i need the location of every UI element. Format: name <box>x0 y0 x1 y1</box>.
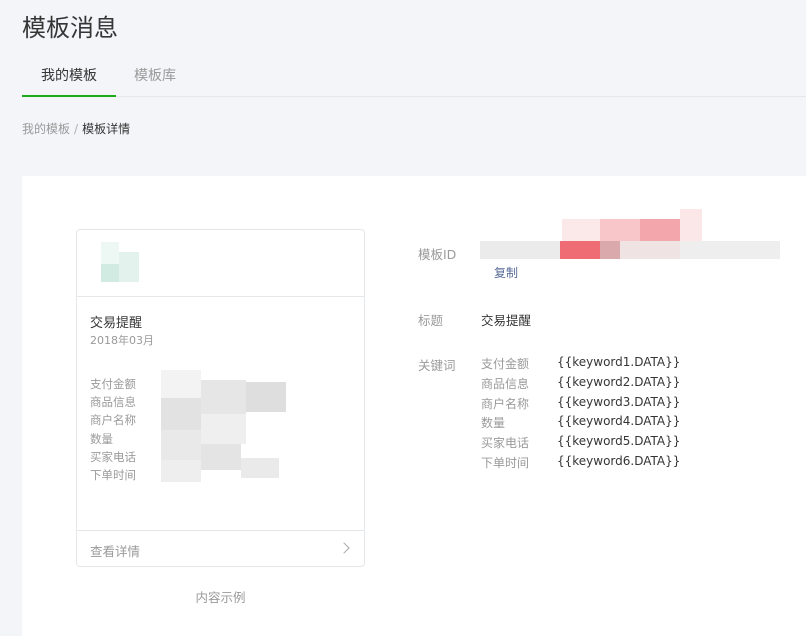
keyword-name: 商户名称 <box>481 397 530 411</box>
preview-field: 下单时间 <box>90 468 136 483</box>
tab-template-library[interactable]: 模板库 <box>134 66 176 97</box>
title-value: 交易提醒 <box>481 313 532 328</box>
breadcrumb-separator: / <box>74 122 79 136</box>
preview-field: 买家电话 <box>90 449 136 464</box>
preview-date: 2018年03月 <box>90 334 154 347</box>
tab-bar: 我的模板 模板库 <box>22 58 806 97</box>
detail-panel: 交易提醒 2018年03月 支付金额 商品信息 商户名称 数量 买家电话 下单时… <box>22 176 806 636</box>
page-title: 模板消息 <box>22 14 118 42</box>
keyword-value: {{keyword6.DATA}} <box>557 454 681 468</box>
preview-field: 商品信息 <box>90 395 136 410</box>
preview-field-list: 支付金额 商品信息 商户名称 数量 买家电话 下单时间 <box>90 375 136 484</box>
keyword-value: {{keyword1.DATA}} <box>557 355 681 369</box>
tab-my-templates[interactable]: 我的模板 <box>22 66 116 97</box>
template-id-label: 模板ID <box>418 247 457 262</box>
keyword-value: {{keyword2.DATA}} <box>557 375 681 389</box>
preview-field: 数量 <box>90 431 113 446</box>
preview-field: 商户名称 <box>90 413 136 428</box>
keyword-value: {{keyword5.DATA}} <box>557 434 681 448</box>
keywords-label: 关键词 <box>418 358 456 373</box>
keyword-name: 下单时间 <box>481 456 530 470</box>
preview-caption: 内容示例 <box>195 590 246 605</box>
keyword-name: 商品信息 <box>481 377 530 391</box>
keyword-value: {{keyword3.DATA}} <box>557 395 681 409</box>
breadcrumb-parent[interactable]: 我的模板 <box>22 122 70 136</box>
title-label: 标题 <box>418 313 444 328</box>
view-details-link[interactable]: 查看详情 <box>90 541 140 560</box>
copy-id-button[interactable]: 复制 <box>494 264 518 281</box>
breadcrumb-current: 模板详情 <box>82 122 131 136</box>
breadcrumb: 我的模板 / 模板详情 <box>22 120 130 137</box>
keyword-name: 支付金额 <box>481 357 530 371</box>
keyword-name: 买家电话 <box>481 436 530 450</box>
keyword-value: {{keyword4.DATA}} <box>557 414 681 428</box>
redacted-values <box>161 370 301 485</box>
keyword-name: 数量 <box>481 416 506 430</box>
preview-field: 支付金额 <box>90 377 136 391</box>
chevron-right-icon <box>338 542 350 554</box>
preview-card: 交易提醒 2018年03月 支付金额 商品信息 商户名称 数量 买家电话 下单时… <box>76 229 365 567</box>
preview-card-header <box>77 230 364 297</box>
view-details-row[interactable]: 查看详情 <box>77 530 364 566</box>
account-logo-icon <box>97 242 141 282</box>
redacted-template-id <box>480 209 780 263</box>
preview-title: 交易提醒 <box>90 316 143 331</box>
